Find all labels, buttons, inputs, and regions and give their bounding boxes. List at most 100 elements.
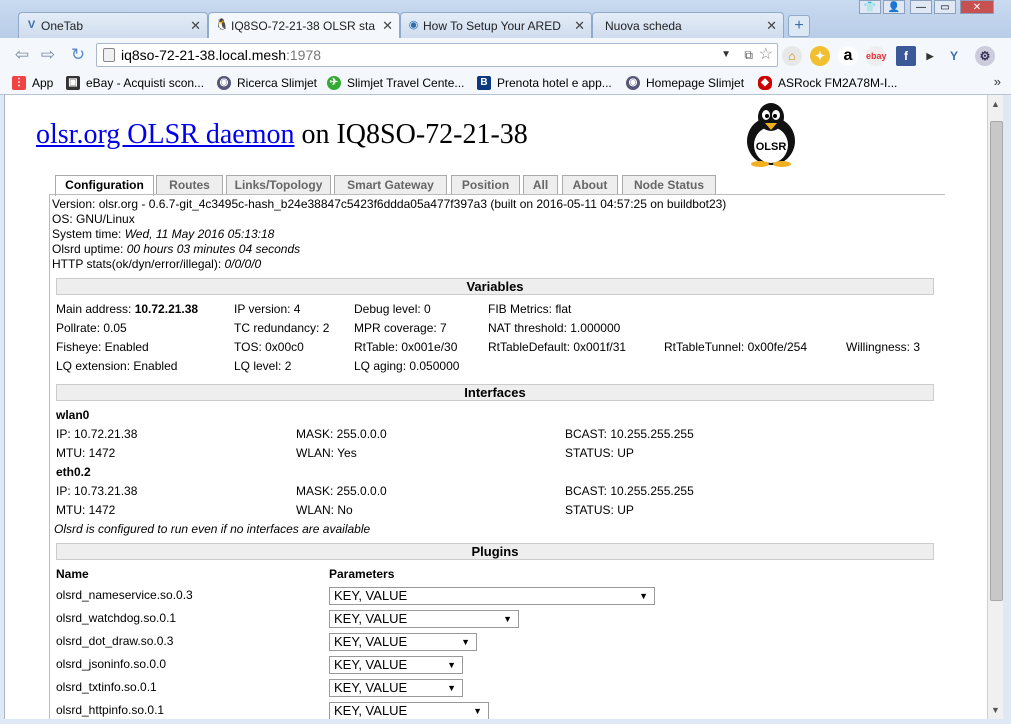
close-icon[interactable]: ✕ [190, 18, 201, 34]
dropdown-arrow-icon[interactable]: ▼ [721, 44, 731, 66]
settings-gear-icon[interactable]: ⚙ [975, 46, 995, 66]
interface-wlan: WLAN: Yes [296, 446, 357, 460]
shirt-icon[interactable]: 👕 [859, 0, 881, 14]
tab-aredn-setup[interactable]: ◉ How To Setup Your ARED ✕ [400, 12, 592, 38]
interface-mask: MASK: 255.0.0.0 [296, 484, 387, 498]
home-icon[interactable]: ⌂ [782, 46, 802, 66]
page-viewport: olsr.org OLSR daemon on IQ8SO-72-21-38 O… [4, 95, 988, 719]
bookmark-asrock[interactable]: ◆ ASRock FM2A78M-I... [758, 75, 897, 91]
tab-position[interactable]: Position [451, 175, 520, 195]
plugin-params-select[interactable]: KEY, VALUE ▼ [329, 679, 463, 697]
tab-olsr-status[interactable]: 🐧 IQ8SO-72-21-38 OLSR sta ✕ [208, 12, 400, 38]
tab-links-topology[interactable]: Links/Topology [226, 175, 331, 195]
ebay-icon[interactable]: ebay [866, 46, 887, 66]
minimize-button[interactable]: — [910, 0, 932, 14]
olsr-penguin-icon: 🐧 [215, 19, 229, 31]
globe-icon: ◉ [217, 76, 231, 90]
translate-icon[interactable]: ⧉ [744, 44, 753, 66]
olsr-penguin-logo: OLSR [747, 103, 795, 167]
fisheye: Fisheye: Enabled [56, 340, 149, 354]
tab-about[interactable]: About [562, 175, 618, 195]
tab-new-tab[interactable]: Nuova scheda ✕ [592, 12, 784, 38]
plugin-params-value: KEY, VALUE [334, 680, 408, 695]
interface-ip: IP: 10.72.21.38 [56, 427, 138, 441]
interface-ip: IP: 10.73.21.38 [56, 484, 138, 498]
tab-onetab[interactable]: V OneTab ✕ [18, 12, 208, 38]
http-stats-row: HTTP stats(ok/dyn/error/illegal): 0/0/0/… [52, 257, 261, 272]
new-tab-button[interactable]: + [788, 15, 810, 37]
plugin-name: olsrd_watchdog.so.0.1 [56, 611, 177, 625]
olsr-org-link[interactable]: olsr.org OLSR daemon [36, 119, 294, 150]
bookmark-ebay[interactable]: ▣ eBay - Acquisti scon... [66, 75, 204, 91]
amazon-icon[interactable]: a [838, 46, 858, 66]
globe-icon: ◉ [626, 76, 640, 90]
close-icon[interactable]: ✕ [574, 18, 585, 34]
shopping-bag-icon: ▣ [66, 76, 80, 90]
bookmarks-bar: ⋮ App ▣ eBay - Acquisti scon... ◉ Ricerca S… [0, 72, 1011, 95]
plugin-params-value: KEY, VALUE [334, 657, 408, 672]
interfaces-header: Interfaces [56, 384, 934, 401]
address-bar[interactable]: iq8so-72-21-38.local.mesh:1978 ▼ ⧉ ☆ [96, 43, 778, 67]
window-edge [1003, 95, 1011, 724]
tab-configuration[interactable]: Configuration [55, 175, 154, 196]
page-icon [103, 48, 115, 62]
main-address: Main address: 10.72.21.38 [56, 302, 198, 317]
bookmark-homepage-slimjet[interactable]: ◉ Homepage Slimjet [626, 75, 744, 91]
vertical-scrollbar[interactable]: ▲ ▼ [987, 95, 1004, 719]
tab-label: Nuova scheda [605, 18, 682, 33]
tab-all[interactable]: All [523, 175, 558, 195]
window-close-button[interactable]: ✕ [960, 0, 994, 14]
browser-toolbar: ⇦ ⇨ ↻ iq8so-72-21-38.local.mesh:1978 ▼ ⧉… [0, 38, 1011, 73]
main-address-label: Main address: [56, 302, 135, 316]
back-arrow-icon[interactable]: ⇦ [12, 46, 32, 64]
close-icon[interactable]: ✕ [382, 18, 393, 34]
bookmark-booking[interactable]: B Prenota hotel e app... [477, 75, 612, 91]
facebook-icon[interactable]: f [896, 46, 916, 66]
scroll-down-arrow-icon[interactable]: ▼ [991, 705, 1000, 715]
chevron-down-icon: ▼ [447, 683, 456, 693]
bookmarks-more-button[interactable]: » [994, 74, 1001, 89]
asrock-icon: ◆ [758, 76, 772, 90]
bookmark-star-icon[interactable]: ☆ [759, 44, 773, 66]
plugin-params-value: KEY, VALUE [334, 611, 408, 626]
plugins-header: Plugins [56, 543, 934, 560]
url-port: :1978 [285, 47, 322, 63]
booking-b-icon: B [477, 76, 491, 90]
scroll-up-arrow-icon[interactable]: ▲ [991, 99, 1000, 109]
browser-tab-strip: V OneTab ✕ 🐧 IQ8SO-72-21-38 OLSR sta ✕ ◉… [0, 0, 1011, 38]
maximize-button[interactable]: ▭ [934, 0, 956, 14]
tab-routes[interactable]: Routes [156, 175, 223, 195]
reload-icon[interactable]: ↻ [68, 46, 88, 64]
forward-arrow-icon[interactable]: ⇨ [38, 46, 58, 64]
plugin-params-value: KEY, VALUE [334, 634, 408, 649]
lq-aging: LQ aging: 0.050000 [354, 359, 460, 373]
plugin-params-select[interactable]: KEY, VALUE ▼ [329, 610, 519, 628]
lightbulb-icon[interactable]: ✦ [810, 46, 830, 66]
plugin-params-select[interactable]: KEY, VALUE ▼ [329, 587, 655, 605]
lq-level: LQ level: 2 [234, 359, 292, 373]
bookmark-app[interactable]: ⋮ App [12, 75, 53, 91]
tab-node-status[interactable]: Node Status [622, 175, 716, 195]
plugin-name: olsrd_dot_draw.so.0.3 [56, 634, 174, 648]
lq-extension: LQ extension: Enabled [56, 359, 178, 373]
plugin-params-select[interactable]: KEY, VALUE ▼ [329, 656, 463, 674]
tab-smart-gateway[interactable]: Smart Gateway [334, 175, 447, 195]
scrollbar-thumb[interactable] [990, 121, 1003, 601]
close-icon[interactable]: ✕ [766, 18, 777, 34]
bookmark-ricerca-slimjet[interactable]: ◉ Ricerca Slimjet [217, 75, 317, 91]
chevron-down-icon: ▼ [639, 591, 648, 601]
plugin-params-select[interactable]: KEY, VALUE ▼ [329, 633, 477, 651]
tos: TOS: 0x00c0 [234, 340, 304, 354]
user-icon[interactable]: 👤 [883, 0, 905, 14]
chevron-down-icon: ▼ [473, 706, 482, 716]
rttable-default: RtTableDefault: 0x001f/31 [488, 340, 627, 354]
slimjet-icon[interactable]: Y [944, 46, 964, 66]
variables-header: Variables [56, 278, 934, 295]
plugin-name: olsrd_txtinfo.so.0.1 [56, 680, 157, 694]
http-stats-label: HTTP stats(ok/dyn/error/illegal): [52, 257, 225, 271]
os-text: OS: GNU/Linux [52, 212, 135, 226]
plugin-params-select[interactable]: KEY, VALUE ▼ [329, 702, 489, 719]
extensions-more-icon[interactable]: ▶ [920, 46, 940, 66]
bookmark-slimjet-travel[interactable]: ✈ Slimjet Travel Cente... [327, 75, 464, 91]
globe-icon: ◉ [408, 19, 419, 31]
